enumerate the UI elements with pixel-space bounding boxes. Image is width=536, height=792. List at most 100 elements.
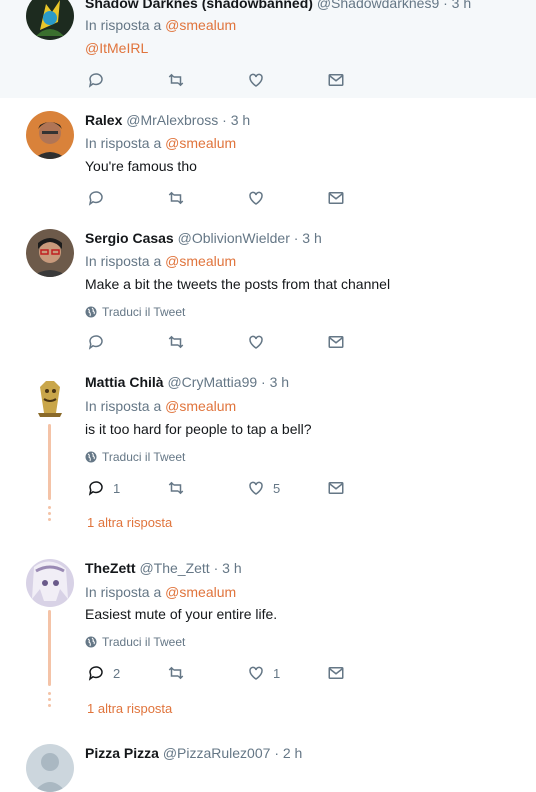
- reply-count: 2: [113, 665, 121, 681]
- reply-prefix: In risposta a: [85, 17, 162, 33]
- heart-icon: [249, 335, 263, 349]
- avatar[interactable]: [26, 229, 74, 277]
- timestamp[interactable]: · 3 h: [294, 230, 322, 246]
- reply-context: In risposta a @smealum: [85, 397, 236, 415]
- globe-icon: [85, 306, 97, 318]
- reply-button[interactable]: [87, 189, 105, 207]
- avatar[interactable]: [26, 744, 74, 792]
- reply-button[interactable]: [87, 333, 105, 351]
- heart-icon: [249, 73, 263, 87]
- translate-tweet-link[interactable]: Traduci il Tweet: [85, 449, 185, 465]
- tweet-item[interactable]: Mattia Chilà @CryMattia99 · 3 h In rispo…: [0, 360, 536, 547]
- avatar[interactable]: [26, 0, 74, 40]
- reply-button[interactable]: 2: [87, 664, 120, 682]
- mention-link[interactable]: @smealum: [165, 398, 236, 414]
- reply-context: In risposta a @smealum: [85, 16, 236, 34]
- avatar[interactable]: [26, 111, 74, 159]
- more-replies-link[interactable]: 1 altra risposta: [87, 701, 172, 716]
- like-button[interactable]: 5: [247, 479, 280, 497]
- envelope-icon: [328, 74, 344, 86]
- mention-link[interactable]: @smealum: [165, 584, 236, 600]
- timestamp[interactable]: · 3 h: [443, 0, 471, 11]
- retweet-button[interactable]: [167, 333, 185, 351]
- user-handle[interactable]: @OblivionWielder: [178, 230, 290, 246]
- tweet-header: Mattia Chilà @CryMattia99 · 3 h: [85, 373, 289, 391]
- user-name[interactable]: Shadow Darknes (shadowbanned): [85, 0, 313, 11]
- user-name[interactable]: TheZett: [85, 560, 136, 576]
- tweet-text[interactable]: @ItMeIRL: [85, 39, 148, 58]
- like-button[interactable]: 1: [247, 664, 280, 682]
- envelope-icon: [328, 482, 344, 494]
- more-replies-link[interactable]: 1 altra risposta: [87, 515, 172, 530]
- translate-tweet-link[interactable]: Traduci il Tweet: [85, 634, 185, 650]
- direct-message-button[interactable]: [327, 479, 345, 497]
- timestamp[interactable]: · 2 h: [274, 745, 302, 761]
- direct-message-button[interactable]: [327, 71, 345, 89]
- timestamp[interactable]: · 3 h: [214, 560, 242, 576]
- retweet-icon: [168, 73, 184, 87]
- retweet-icon: [168, 481, 184, 495]
- tweet-actions: [85, 189, 365, 209]
- tweet-item[interactable]: Shadow Darknes (shadowbanned) @Shadowdar…: [0, 0, 536, 99]
- thread-dots: [47, 692, 52, 710]
- reply-prefix: In risposta a: [85, 398, 162, 414]
- like-button[interactable]: [247, 71, 265, 89]
- reply-prefix: In risposta a: [85, 135, 162, 151]
- user-name[interactable]: Mattia Chilà: [85, 374, 164, 390]
- reply-button[interactable]: 1: [87, 479, 120, 497]
- direct-message-button[interactable]: [327, 333, 345, 351]
- translate-label: Traduci il Tweet: [102, 450, 186, 464]
- avatar[interactable]: [26, 559, 74, 607]
- tweet-item[interactable]: Pizza Pizza @PizzaRulez007 · 2 h: [0, 731, 536, 792]
- tweet-actions: [85, 333, 365, 353]
- tweet-item[interactable]: Sergio Casas @OblivionWielder · 3 h In r…: [0, 216, 536, 361]
- translate-tweet-link[interactable]: Traduci il Tweet: [85, 304, 185, 320]
- retweet-button[interactable]: [167, 664, 185, 682]
- like-button[interactable]: [247, 189, 265, 207]
- user-handle[interactable]: @The_Zett: [139, 560, 209, 576]
- reply-context: In risposta a @smealum: [85, 583, 236, 601]
- direct-message-button[interactable]: [327, 189, 345, 207]
- reply-prefix: In risposta a: [85, 584, 162, 600]
- mention-link[interactable]: @smealum: [165, 17, 236, 33]
- timestamp[interactable]: · 3 h: [261, 374, 289, 390]
- translate-label: Traduci il Tweet: [102, 305, 186, 319]
- user-handle[interactable]: @CryMattia99: [167, 374, 257, 390]
- like-button[interactable]: [247, 333, 265, 351]
- tweet-text: is it too hard for people to tap a bell?: [85, 421, 312, 437]
- tweet-text: You're famous tho: [85, 158, 197, 174]
- retweet-button[interactable]: [167, 479, 185, 497]
- avatar[interactable]: [26, 373, 74, 421]
- translate-label: Traduci il Tweet: [102, 635, 186, 649]
- user-name[interactable]: Pizza Pizza: [85, 745, 159, 761]
- reply-icon: [88, 481, 103, 496]
- thread-line: [48, 610, 51, 686]
- thread-line: [48, 424, 51, 500]
- user-handle[interactable]: @MrAlexbross: [126, 112, 218, 128]
- direct-message-button[interactable]: [327, 664, 345, 682]
- retweet-button[interactable]: [167, 71, 185, 89]
- mention-link[interactable]: @smealum: [165, 253, 236, 269]
- retweet-icon: [168, 335, 184, 349]
- retweet-button[interactable]: [167, 189, 185, 207]
- tweet-item[interactable]: Ralex @MrAlexbross · 3 h In risposta a @…: [0, 98, 536, 217]
- globe-icon: [85, 636, 97, 648]
- user-name[interactable]: Sergio Casas: [85, 230, 174, 246]
- tweet-item[interactable]: TheZett @The_Zett · 3 h In risposta a @s…: [0, 546, 536, 732]
- tweet-actions: 1 5: [85, 479, 365, 499]
- retweet-icon: [168, 191, 184, 205]
- user-name[interactable]: Ralex: [85, 112, 122, 128]
- reply-icon: [88, 335, 103, 350]
- reply-button[interactable]: [87, 71, 105, 89]
- reply-count: 1: [113, 480, 121, 496]
- tweet-text: Easiest mute of your entire life.: [85, 606, 278, 622]
- tweet-text: Make a bit the tweets the posts from tha…: [85, 276, 391, 292]
- globe-icon: [85, 451, 97, 463]
- envelope-icon: [328, 192, 344, 204]
- user-handle[interactable]: @Shadowdarknes9: [317, 0, 439, 11]
- user-handle[interactable]: @PizzaRulez007: [163, 745, 271, 761]
- tweet-actions: [85, 71, 365, 91]
- timestamp[interactable]: · 3 h: [222, 112, 250, 128]
- tweet-actions: 2 1: [85, 664, 365, 684]
- mention-link[interactable]: @smealum: [165, 135, 236, 151]
